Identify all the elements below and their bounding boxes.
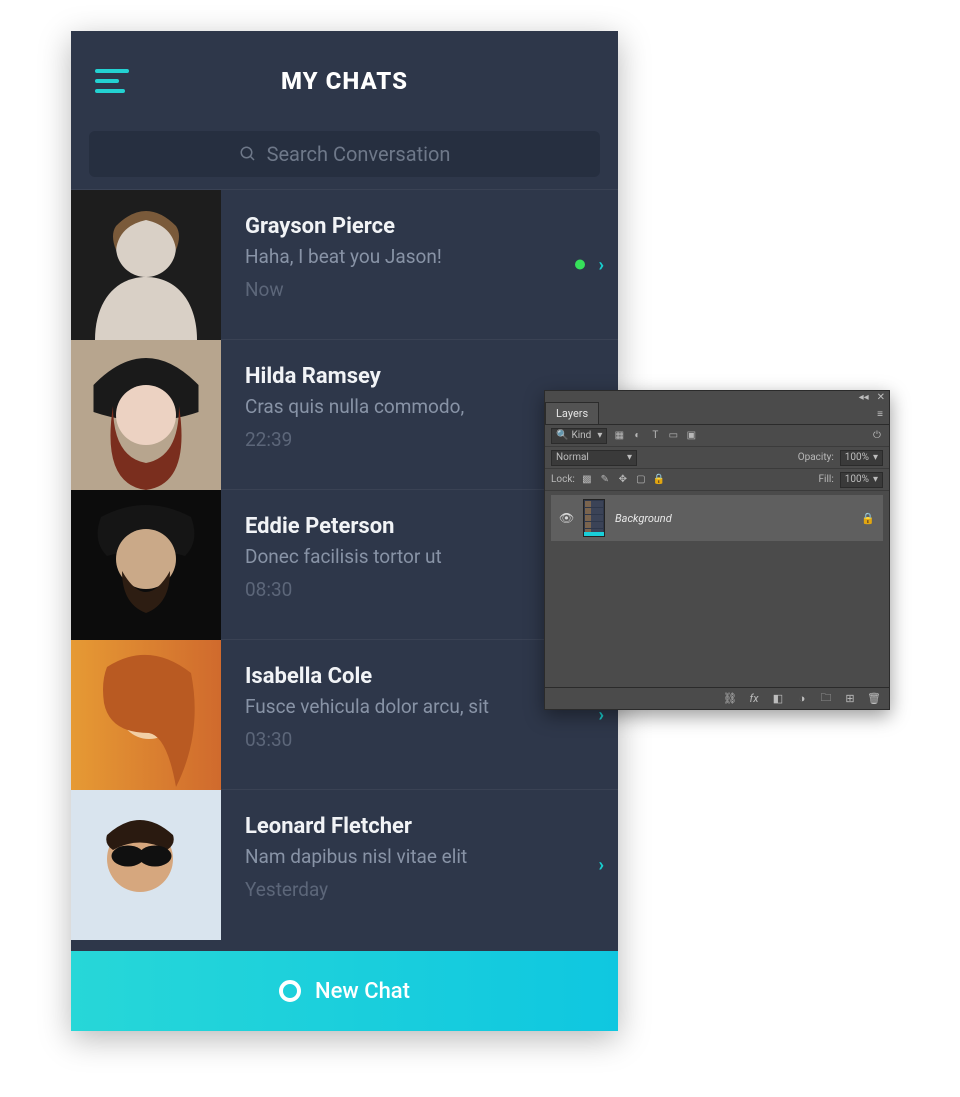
chat-app: MY CHATS Search Conversation Grayson Pie… (71, 31, 618, 1031)
chat-name: Leonard Fletcher (245, 814, 600, 839)
layer-mask-icon[interactable]: ◧ (771, 692, 785, 706)
chevron-right-icon[interactable]: › (599, 854, 604, 875)
chat-row[interactable]: Eddie Peterson Donec facilisis tortor ut… (71, 489, 618, 639)
close-icon[interactable]: ✕ (877, 392, 885, 403)
filter-toggle-icon[interactable]: ⏻ (871, 430, 883, 442)
new-chat-label: New Chat (315, 979, 410, 1004)
avatar (71, 490, 221, 640)
search-icon (239, 145, 257, 163)
new-chat-button[interactable]: New Chat (71, 951, 618, 1031)
chat-message: Haha, I beat you Jason! (245, 245, 600, 268)
chevron-right-icon[interactable]: › (599, 254, 604, 275)
chat-time: Now (245, 278, 600, 301)
chat-time: Yesterday (245, 878, 600, 901)
filter-pixel-icon[interactable]: ▦ (613, 430, 625, 442)
chat-name: Hilda Ramsey (245, 364, 600, 389)
lock-artboard-icon[interactable]: ▢ (635, 474, 647, 486)
lock-transparent-icon[interactable]: ▩ (581, 474, 593, 486)
blend-mode-select[interactable]: Normal▾ (551, 450, 637, 466)
avatar (71, 190, 221, 340)
delete-layer-icon[interactable]: 🗑 (867, 692, 881, 706)
online-status-dot (575, 260, 585, 270)
link-layers-icon[interactable]: ⛓ (723, 692, 737, 706)
layer-filter-row: 🔍Kind▾ ▦ ◐ T ▭ ▣ ⏻ (545, 425, 889, 447)
avatar (71, 640, 221, 790)
search-input[interactable]: Search Conversation (89, 131, 600, 177)
lock-label: Lock: (551, 474, 575, 485)
filter-kind-select[interactable]: 🔍Kind▾ (551, 428, 607, 444)
layers-panel: ◂◂ ✕ Layers ≡ 🔍Kind▾ ▦ ◐ T ▭ ▣ ⏻ Normal▾… (544, 390, 890, 710)
opacity-label: Opacity: (798, 452, 834, 463)
blend-row: Normal▾ Opacity: 100%▾ (545, 447, 889, 469)
chat-row[interactable]: Leonard Fletcher Nam dapibus nisl vitae … (71, 789, 618, 939)
chat-time: 03:30 (245, 728, 600, 751)
layer-item-background[interactable]: 👁 Background 🔒 (551, 495, 883, 541)
chat-row[interactable]: Hilda Ramsey Cras quis nulla commodo, 22… (71, 339, 618, 489)
panel-menu-icon[interactable]: ≡ (871, 405, 889, 424)
fill-label: Fill: (819, 474, 834, 485)
chat-body: Grayson Pierce Haha, I beat you Jason! N… (221, 190, 618, 339)
chat-body: Leonard Fletcher Nam dapibus nisl vitae … (221, 790, 618, 939)
filter-type-icon[interactable]: T (649, 430, 661, 442)
chat-message: Nam dapibus nisl vitae elit (245, 845, 600, 868)
lock-icon[interactable]: 🔒 (861, 512, 875, 525)
adjustment-layer-icon[interactable]: ◑ (795, 692, 809, 706)
visibility-toggle-icon[interactable]: 👁 (559, 511, 573, 525)
filter-shape-icon[interactable]: ▭ (667, 430, 679, 442)
layer-name: Background (615, 512, 851, 525)
page-title: MY CHATS (95, 67, 594, 95)
panel-footer: ⛓ fx ◧ ◑ 🗀 ⊞ 🗑 (545, 687, 889, 709)
new-layer-icon[interactable]: ⊞ (843, 692, 857, 706)
opacity-input[interactable]: 100%▾ (840, 450, 883, 466)
collapse-icon[interactable]: ◂◂ (859, 392, 869, 403)
group-icon[interactable]: 🗀 (819, 692, 833, 706)
chat-bubble-icon (279, 980, 301, 1002)
chat-list: Grayson Pierce Haha, I beat you Jason! N… (71, 189, 618, 951)
panel-tabs: Layers ≡ (545, 403, 889, 425)
layer-thumbnail (583, 499, 605, 537)
avatar (71, 340, 221, 490)
layer-fx-icon[interactable]: fx (747, 692, 761, 706)
filter-adjust-icon[interactable]: ◐ (631, 430, 643, 442)
lock-pixels-icon[interactable]: ✎ (599, 474, 611, 486)
lock-all-icon[interactable]: 🔒 (653, 474, 665, 486)
lock-row: Lock: ▩ ✎ ✥ ▢ 🔒 Fill: 100%▾ (545, 469, 889, 491)
tab-layers[interactable]: Layers (545, 402, 599, 424)
chat-header: MY CHATS (71, 31, 618, 131)
lock-position-icon[interactable]: ✥ (617, 474, 629, 486)
avatar (71, 790, 221, 940)
chat-row[interactable]: Isabella Cole Fusce vehicula dolor arcu,… (71, 639, 618, 789)
search-placeholder: Search Conversation (267, 142, 451, 166)
chat-row[interactable]: Grayson Pierce Haha, I beat you Jason! N… (71, 189, 618, 339)
fill-input[interactable]: 100%▾ (840, 472, 883, 488)
layers-list: 👁 Background 🔒 (545, 491, 889, 687)
chat-name: Grayson Pierce (245, 214, 600, 239)
filter-smart-icon[interactable]: ▣ (685, 430, 697, 442)
